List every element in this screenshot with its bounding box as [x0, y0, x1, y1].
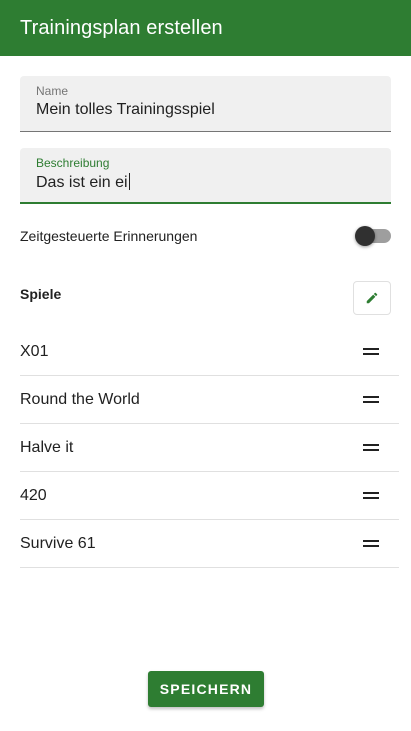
drag-handle-icon[interactable]: [363, 396, 379, 404]
save-button[interactable]: SPEICHERN: [148, 671, 264, 707]
name-field-value[interactable]: Mein tolles Trainingsspiel: [36, 101, 215, 119]
list-item[interactable]: X01: [20, 328, 399, 376]
app-bar: Trainingsplan erstellen: [0, 0, 411, 56]
pencil-icon: [366, 292, 378, 304]
game-name: Halve it: [20, 439, 74, 456]
list-item[interactable]: Round the World: [20, 376, 399, 424]
list-item[interactable]: Survive 61: [20, 520, 399, 568]
list-item[interactable]: Halve it: [20, 424, 399, 472]
description-field-label: Beschreibung: [36, 156, 110, 170]
toggle-thumb: [355, 226, 375, 246]
list-item[interactable]: 420: [20, 472, 399, 520]
description-field-value-wrap[interactable]: Das ist ein ei: [36, 173, 130, 192]
game-name: Survive 61: [20, 535, 96, 552]
reminders-toggle[interactable]: [355, 226, 391, 246]
name-field[interactable]: Name Mein tolles Trainingsspiel: [20, 76, 391, 132]
drag-handle-icon[interactable]: [363, 348, 379, 356]
drag-handle-icon[interactable]: [363, 540, 379, 548]
description-field-underline: [20, 202, 391, 204]
games-list: X01 Round the World Halve it 420 Survive…: [20, 328, 399, 568]
name-field-underline: [20, 131, 391, 132]
reminders-label: Zeitgesteuerte Erinnerungen: [20, 228, 198, 244]
game-name: Round the World: [20, 391, 140, 408]
description-field[interactable]: Beschreibung Das ist ein ei: [20, 148, 391, 204]
game-name: 420: [20, 487, 47, 504]
games-title: Spiele: [20, 286, 62, 302]
drag-handle-icon[interactable]: [363, 492, 379, 500]
games-header: Spiele: [20, 281, 391, 317]
drag-handle-icon[interactable]: [363, 444, 379, 452]
save-button-label: SPEICHERN: [159, 681, 253, 697]
reminders-row: Zeitgesteuerte Erinnerungen: [20, 222, 391, 250]
page-title: Trainingsplan erstellen: [20, 16, 223, 39]
name-field-label: Name: [36, 84, 69, 98]
description-field-value[interactable]: Das ist ein ei: [36, 174, 128, 191]
game-name: X01: [20, 343, 49, 360]
text-caret: [128, 173, 130, 190]
edit-games-button[interactable]: [353, 281, 391, 315]
